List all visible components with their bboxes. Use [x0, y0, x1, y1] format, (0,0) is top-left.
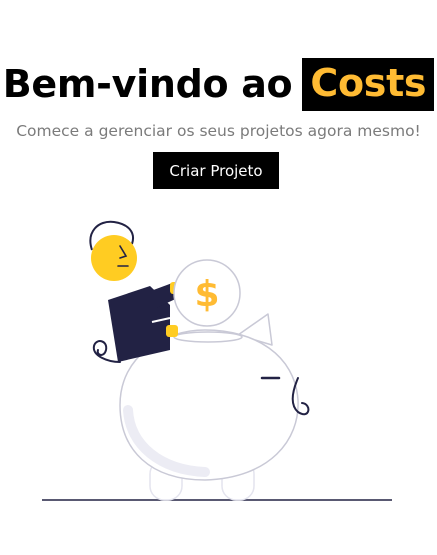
- home-page: Bem-vindo ao Costs Comece a gerenciar os…: [0, 0, 437, 555]
- title-brand-highlight: Costs: [302, 57, 435, 112]
- coin-symbol: $: [194, 274, 219, 315]
- person-figure: [89, 220, 184, 362]
- title-prefix: Bem-vindo ao: [2, 62, 293, 107]
- page-title: Bem-vindo ao Costs: [0, 53, 437, 115]
- subtitle: Comece a gerenciar os seus projetos agor…: [16, 121, 421, 140]
- dollar-coin-icon: $: [173, 259, 241, 327]
- piggy-bank-illustration: $: [42, 220, 392, 501]
- create-project-button[interactable]: Criar Projeto: [153, 152, 279, 189]
